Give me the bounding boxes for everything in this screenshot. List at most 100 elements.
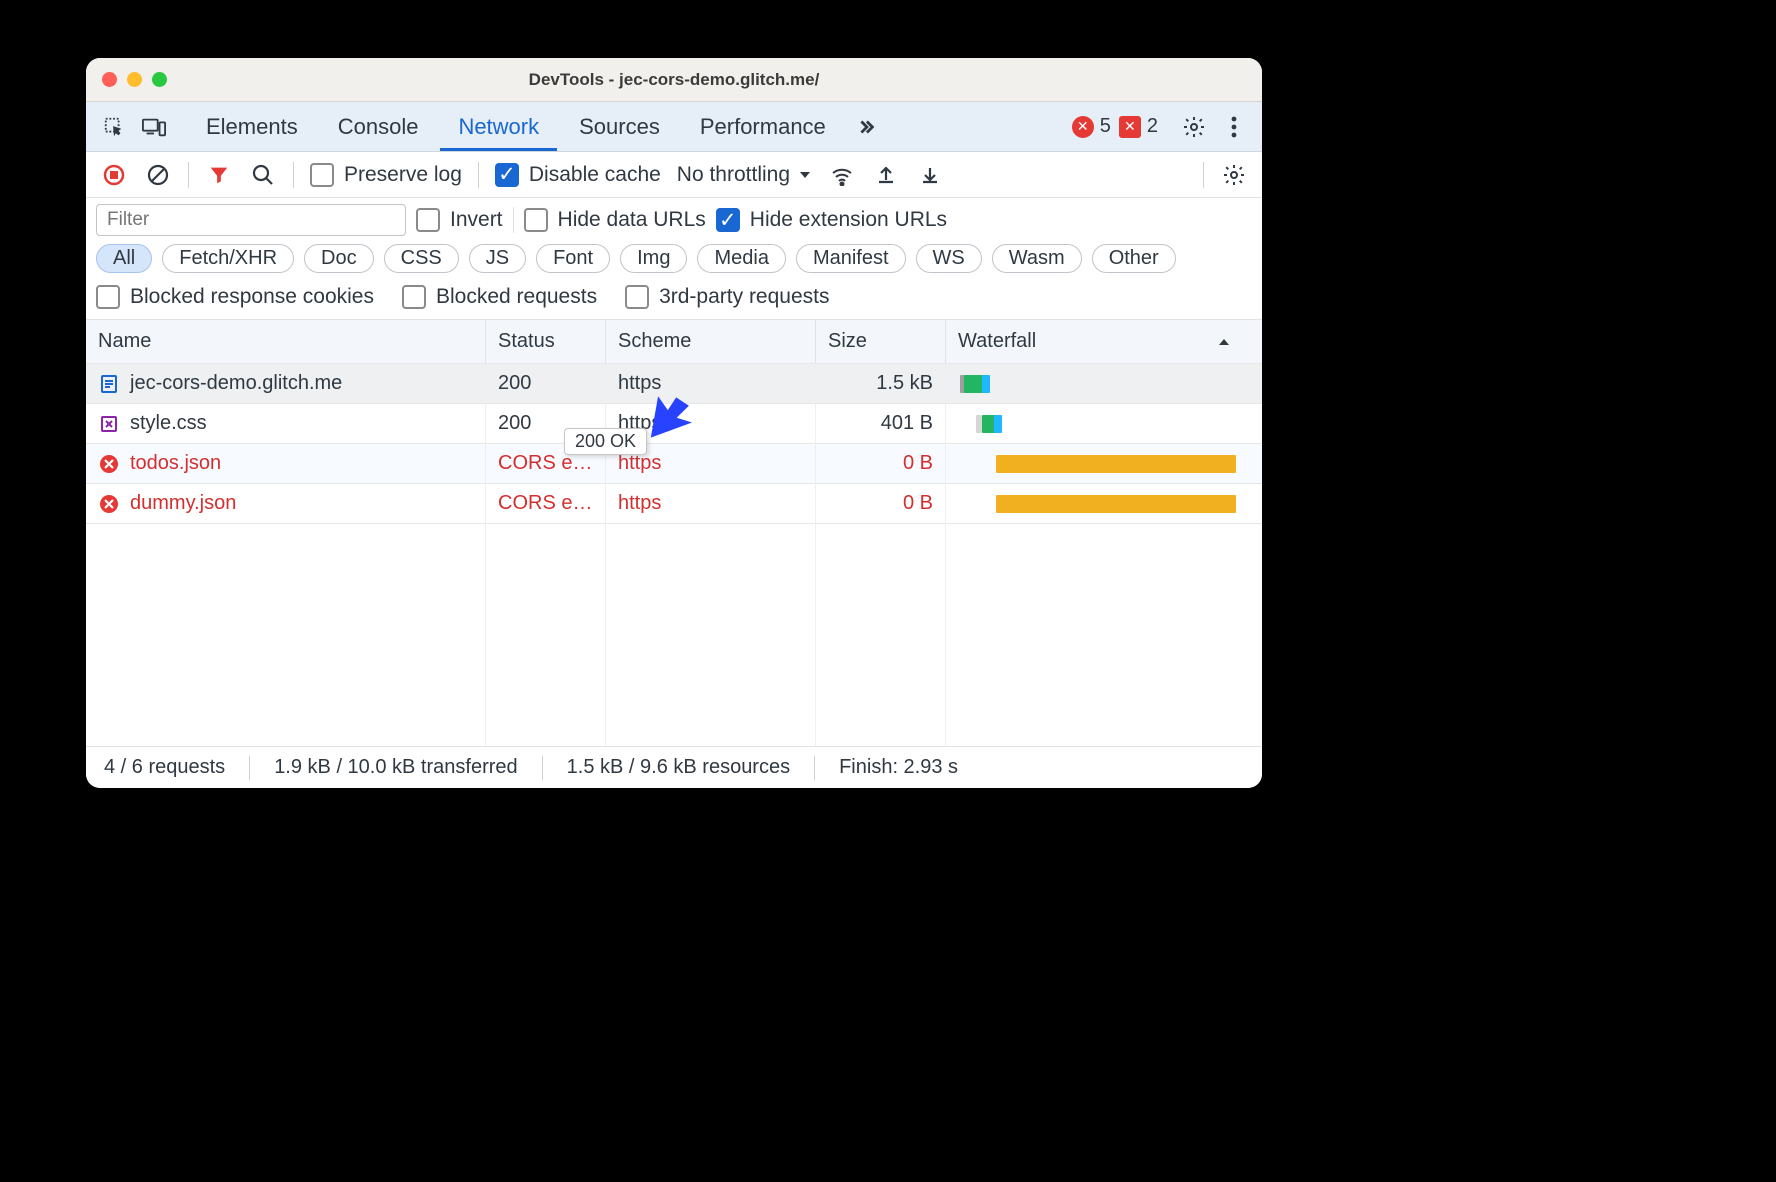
separator <box>542 756 543 780</box>
cell-scheme: https <box>606 484 816 523</box>
cell-scheme: https <box>606 364 816 403</box>
tab-performance[interactable]: Performance <box>682 103 844 151</box>
status-bar: 4 / 6 requests 1.9 kB / 10.0 kB transfer… <box>86 746 1262 788</box>
chip-media[interactable]: Media <box>697 244 785 273</box>
blocked-requests-checkbox[interactable]: Blocked requests <box>402 285 597 309</box>
chip-fetch-xhr[interactable]: Fetch/XHR <box>162 244 294 273</box>
tab-network[interactable]: Network <box>440 103 557 151</box>
waterfall-bar <box>958 373 1230 395</box>
cell-name: dummy.json <box>86 484 486 523</box>
col-size[interactable]: Size <box>816 320 946 363</box>
error-square-icon: ✕ <box>1119 116 1141 138</box>
issue-count-badge[interactable]: ✕ 2 <box>1119 115 1158 138</box>
chip-img[interactable]: Img <box>620 244 687 273</box>
table-row[interactable]: dummy.jsonCORS e…https0 B <box>86 484 1262 524</box>
close-window-icon[interactable] <box>102 72 117 87</box>
checkbox-icon <box>625 285 649 309</box>
preserve-log-label: Preserve log <box>344 163 462 187</box>
error-square-count: 2 <box>1147 115 1158 138</box>
network-table: Name Status Scheme Size Waterfall jec-co… <box>86 320 1262 746</box>
third-party-checkbox[interactable]: 3rd-party requests <box>625 285 829 309</box>
upload-icon[interactable] <box>872 161 900 189</box>
record-icon[interactable] <box>100 161 128 189</box>
error-count-badge[interactable]: ✕ 5 <box>1072 115 1111 138</box>
chip-css[interactable]: CSS <box>384 244 459 273</box>
checkbox-icon <box>96 285 120 309</box>
throttling-select[interactable]: No throttling <box>677 163 812 187</box>
chip-all[interactable]: All <box>96 244 152 273</box>
hide-data-urls-checkbox[interactable]: Hide data URLs <box>524 208 706 232</box>
col-scheme[interactable]: Scheme <box>606 320 816 363</box>
checkbox-checked-icon: ✓ <box>716 208 740 232</box>
separator <box>478 162 479 188</box>
col-waterfall[interactable]: Waterfall <box>946 320 1242 363</box>
search-icon[interactable] <box>249 161 277 189</box>
more-tabs-icon[interactable] <box>848 109 884 145</box>
row-name: jec-cors-demo.glitch.me <box>130 372 342 395</box>
chip-manifest[interactable]: Manifest <box>796 244 906 273</box>
clear-icon[interactable] <box>144 161 172 189</box>
chip-doc[interactable]: Doc <box>304 244 374 273</box>
throttling-label: No throttling <box>677 163 790 187</box>
separator <box>293 162 294 188</box>
table-row[interactable]: todos.jsonCORS e…https0 B <box>86 444 1262 484</box>
tab-console[interactable]: Console <box>320 103 437 151</box>
cell-waterfall <box>946 404 1242 443</box>
chip-font[interactable]: Font <box>536 244 610 273</box>
cell-waterfall <box>946 444 1242 483</box>
status-tooltip: 200 OK <box>564 428 647 455</box>
download-icon[interactable] <box>916 161 944 189</box>
blocked-cookies-label: Blocked response cookies <box>130 285 374 309</box>
resource-type-chips: All Fetch/XHR Doc CSS JS Font Img Media … <box>86 240 1262 281</box>
chevron-down-icon <box>798 168 812 182</box>
annotation-cursor-icon <box>642 389 703 453</box>
cell-size: 0 B <box>816 444 946 483</box>
blocked-cookies-checkbox[interactable]: Blocked response cookies <box>96 285 374 309</box>
error-circle-icon: ✕ <box>1072 116 1094 138</box>
waterfall-bar <box>958 413 1230 435</box>
separator <box>513 207 514 233</box>
checkbox-icon <box>416 208 440 232</box>
kebab-menu-icon[interactable] <box>1216 109 1252 145</box>
col-name[interactable]: Name <box>86 320 486 363</box>
filter-icon[interactable] <box>205 161 233 189</box>
cell-name: todos.json <box>86 444 486 483</box>
tab-elements[interactable]: Elements <box>188 103 316 151</box>
hide-extension-urls-checkbox[interactable]: ✓ Hide extension URLs <box>716 208 947 232</box>
status-resources: 1.5 kB / 9.6 kB resources <box>567 756 790 779</box>
table-header: Name Status Scheme Size Waterfall <box>86 320 1262 364</box>
inspect-icon[interactable] <box>96 109 132 145</box>
network-conditions-icon[interactable] <box>828 161 856 189</box>
chip-js[interactable]: JS <box>469 244 526 273</box>
more-filters-row: Blocked response cookies Blocked request… <box>86 281 1262 320</box>
settings-icon[interactable] <box>1176 109 1212 145</box>
status-requests: 4 / 6 requests <box>104 756 225 779</box>
window-title: DevTools - jec-cors-demo.glitch.me/ <box>86 70 1262 90</box>
chip-wasm[interactable]: Wasm <box>992 244 1082 273</box>
tab-sources[interactable]: Sources <box>561 103 678 151</box>
devtools-window: DevTools - jec-cors-demo.glitch.me/ Elem… <box>86 58 1262 788</box>
panel-settings-icon[interactable] <box>1220 161 1248 189</box>
row-name: dummy.json <box>130 492 236 515</box>
checkbox-icon <box>402 285 426 309</box>
device-toggle-icon[interactable] <box>136 109 172 145</box>
preserve-log-checkbox[interactable]: Preserve log <box>310 163 462 187</box>
cell-name: style.css <box>86 404 486 443</box>
cell-size: 0 B <box>816 484 946 523</box>
cell-waterfall <box>946 364 1242 403</box>
minimize-window-icon[interactable] <box>127 72 142 87</box>
doc-icon <box>98 373 120 395</box>
maximize-window-icon[interactable] <box>152 72 167 87</box>
invert-checkbox[interactable]: Invert <box>416 208 503 232</box>
cell-status: 200 <box>486 364 606 403</box>
checkbox-icon <box>310 163 334 187</box>
status-transferred: 1.9 kB / 10.0 kB transferred <box>274 756 517 779</box>
filter-input[interactable] <box>96 204 406 236</box>
chip-ws[interactable]: WS <box>916 244 982 273</box>
chip-other[interactable]: Other <box>1092 244 1176 273</box>
col-status[interactable]: Status <box>486 320 606 363</box>
disable-cache-checkbox[interactable]: ✓ Disable cache <box>495 163 661 187</box>
cell-size: 401 B <box>816 404 946 443</box>
hide-ext-label: Hide extension URLs <box>750 208 947 232</box>
disable-cache-label: Disable cache <box>529 163 661 187</box>
